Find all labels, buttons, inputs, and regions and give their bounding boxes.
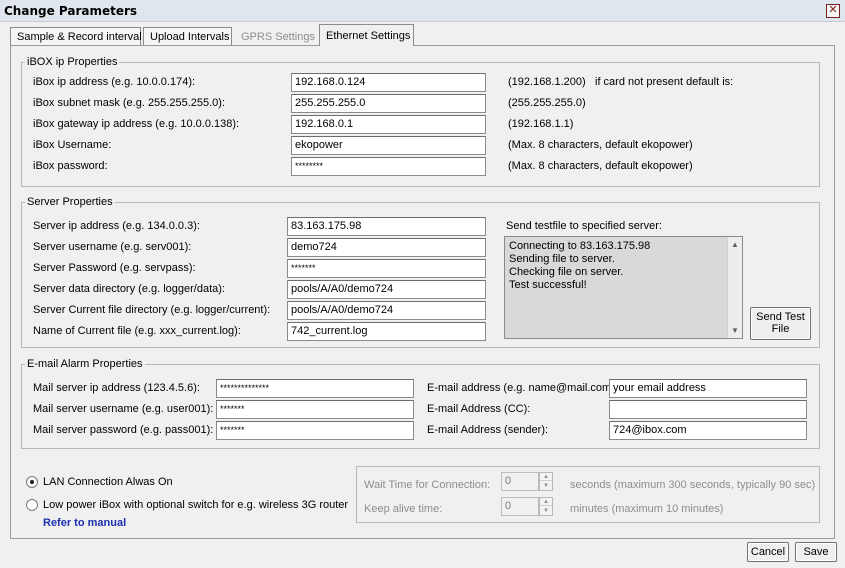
refer-to-manual-link[interactable]: Refer to manual: [43, 517, 126, 529]
email-properties-legend: E-mail Alarm Properties: [27, 358, 143, 370]
send-test-label: Send Test: [756, 311, 805, 323]
server-ip-label: Server ip address (e.g. 134.0.0.3):: [33, 220, 200, 232]
email-address-input[interactable]: your email address: [609, 379, 807, 398]
email-cc-input[interactable]: [609, 400, 807, 419]
mail-user-label: Mail server username (e.g. user001):: [33, 403, 214, 415]
wait-time-label: Wait Time for Connection:: [364, 479, 491, 491]
tab-upload-intervals[interactable]: Upload Intervals: [143, 27, 232, 46]
keep-alive-label: Keep alive time:: [364, 503, 443, 515]
keep-alive-input: 0: [501, 497, 539, 516]
server-ip-input[interactable]: 83.163.175.98: [287, 217, 486, 236]
ibox-subnet-label: iBox subnet mask (e.g. 255.255.255.0):: [33, 97, 226, 109]
ibox-gateway-input[interactable]: 192.168.0.1: [291, 115, 486, 134]
ibox-username-input[interactable]: ekopower: [291, 136, 486, 155]
send-test-label-2: File: [771, 323, 790, 335]
server-current-file-label: Name of Current file (e.g. xxx_current.l…: [33, 325, 241, 337]
server-current-file-input[interactable]: 742_current.log: [287, 322, 486, 341]
server-data-dir-input[interactable]: pools/A/A0/demo724: [287, 280, 486, 299]
server-current-dir-input[interactable]: pools/A/A0/demo724: [287, 301, 486, 320]
ibox-subnet-input[interactable]: 255.255.255.0: [291, 94, 486, 113]
scroll-up-icon[interactable]: ▲: [731, 240, 739, 249]
server-properties-legend: Server Properties: [27, 196, 113, 208]
ibox-ip-label: iBox ip address (e.g. 10.0.0.174):: [33, 76, 196, 88]
email-address-label: E-mail address (e.g. name@mail.com):: [427, 382, 618, 394]
low-power-radio[interactable]: [26, 499, 38, 511]
server-username-input[interactable]: demo724: [287, 238, 486, 257]
wait-time-note: seconds (maximum 300 seconds, typically …: [570, 479, 816, 491]
email-sender-label: E-mail Address (sender):: [427, 424, 549, 436]
log-line: Test successful!: [509, 279, 587, 291]
server-username-label: Server username (e.g. serv001):: [33, 241, 192, 253]
ibox-username-label: iBox Username:: [33, 139, 112, 151]
ibox-username-note: (Max. 8 characters, default ekopower): [508, 139, 693, 151]
window-title: Change Parameters: [4, 4, 138, 18]
ibox-subnet-default: (255.255.255.0): [508, 97, 586, 109]
ibox-gateway-label: iBox gateway ip address (e.g. 10.0.0.138…: [33, 118, 240, 130]
send-test-file-button[interactable]: Send Test File: [750, 307, 811, 340]
testfile-label: Send testfile to specified server:: [506, 220, 662, 232]
ibox-password-note: (Max. 8 characters, default ekopower): [508, 160, 693, 172]
title-bar: Change Parameters ✕: [0, 0, 845, 22]
log-line: Connecting to 83.163.175.98: [509, 240, 651, 252]
mail-pass-label: Mail server password (e.g. pass001):: [33, 424, 214, 436]
ibox-password-input[interactable]: ********: [291, 157, 486, 176]
log-line: Checking file on server.: [509, 266, 624, 278]
tab-sample-record-interval[interactable]: Sample & Record interval: [10, 27, 142, 46]
ethernet-settings-panel: iBOX ip Properties iBox ip address (e.g.…: [10, 45, 835, 539]
ibox-default-note: if card not present default is:: [595, 76, 734, 88]
stepper-down-icon: ▼: [543, 508, 549, 514]
mail-pass-input[interactable]: *******: [216, 421, 414, 440]
ibox-ip-input[interactable]: 192.168.0.124: [291, 73, 486, 92]
wait-time-stepper: ▲ ▼: [539, 472, 553, 491]
lan-always-on-radio[interactable]: [26, 476, 38, 488]
email-cc-label: E-mail Address (CC):: [427, 403, 531, 415]
wait-time-input: 0: [501, 472, 539, 491]
ibox-properties-legend: iBOX ip Properties: [27, 56, 118, 68]
scroll-down-icon[interactable]: ▼: [731, 326, 739, 335]
test-log-box[interactable]: Connecting to 83.163.175.98 Sending file…: [504, 236, 743, 339]
lan-always-on-label[interactable]: LAN Connection Alwas On: [43, 476, 173, 488]
stepper-up-icon: ▲: [540, 473, 552, 481]
tab-gprs-settings: GPRS Settings: [241, 31, 315, 43]
keep-alive-stepper: ▲ ▼: [539, 497, 553, 516]
save-button[interactable]: Save: [795, 542, 837, 562]
keep-alive-note: minutes (maximum 10 minutes): [570, 503, 724, 515]
server-password-label: Server Password (e.g. servpass):: [33, 262, 196, 274]
email-sender-input[interactable]: 724@ibox.com: [609, 421, 807, 440]
log-line: Sending file to server.: [509, 253, 615, 265]
mail-ip-input[interactable]: **************: [216, 379, 414, 398]
ibox-ip-default: (192.168.1.200): [508, 76, 586, 88]
log-scrollbar[interactable]: ▲ ▼: [727, 237, 742, 338]
mail-ip-label: Mail server ip address (123.4.5.6):: [33, 382, 200, 394]
mail-user-input[interactable]: *******: [216, 400, 414, 419]
stepper-up-icon: ▲: [540, 498, 552, 506]
close-icon[interactable]: ✕: [826, 4, 840, 18]
server-data-dir-label: Server data directory (e.g. logger/data)…: [33, 283, 225, 295]
ibox-gateway-default: (192.168.1.1): [508, 118, 574, 130]
server-current-dir-label: Server Current file directory (e.g. logg…: [33, 304, 271, 316]
cancel-button[interactable]: Cancel: [747, 542, 789, 562]
low-power-label[interactable]: Low power iBox with optional switch for …: [43, 499, 348, 511]
server-password-input[interactable]: *******: [287, 259, 486, 278]
tab-ethernet-settings[interactable]: Ethernet Settings: [319, 24, 414, 46]
ibox-password-label: iBox password:: [33, 160, 108, 172]
stepper-down-icon: ▼: [543, 483, 549, 489]
